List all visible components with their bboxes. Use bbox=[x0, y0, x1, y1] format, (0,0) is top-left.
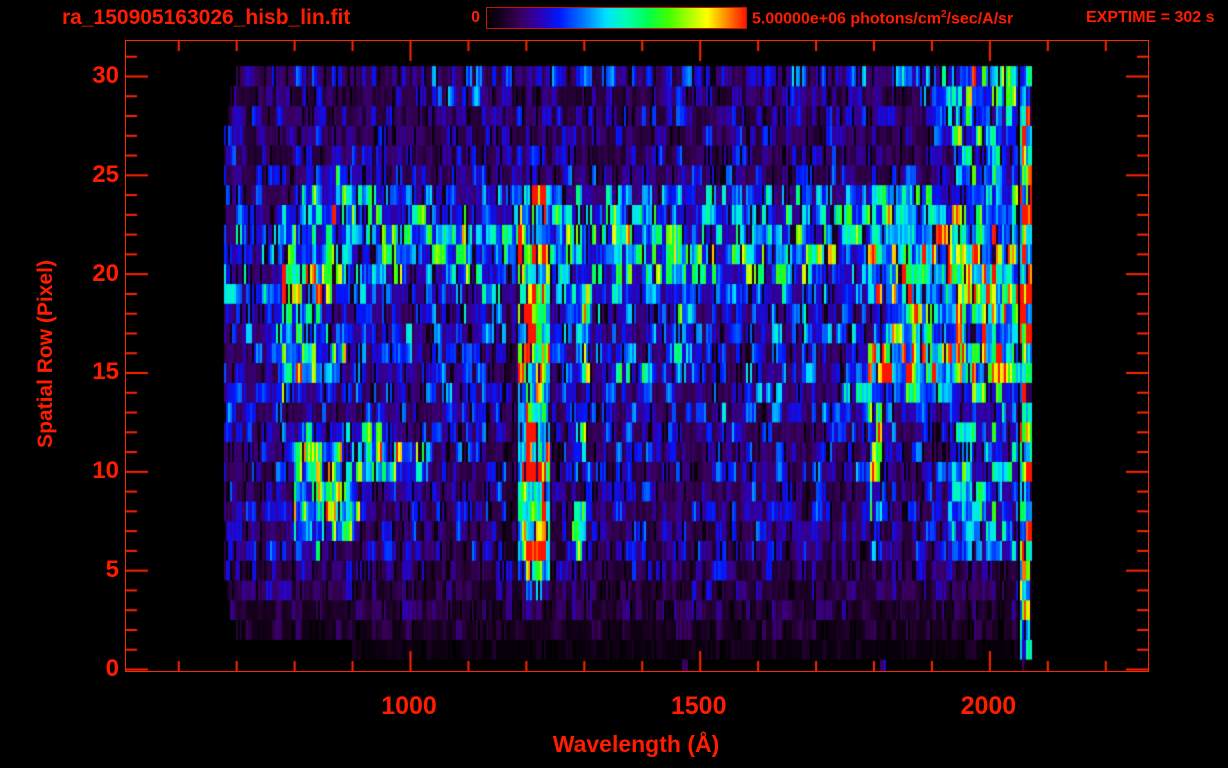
x-tick-label: 1500 bbox=[670, 692, 727, 720]
colorbar-max-label: 5.00000e+06 photons/cm2/sec/A/sr bbox=[752, 9, 1013, 28]
spectrogram-viewer: ra_150905163026_hisb_lin.fit 0 5.00000e+… bbox=[0, 0, 1228, 768]
plot-box bbox=[125, 40, 1149, 672]
spectrogram-canvas bbox=[126, 41, 1148, 671]
colorbar-units-suffix: /sec/A/sr bbox=[946, 10, 1014, 28]
x-axis-title: Wavelength (Å) bbox=[552, 731, 720, 757]
y-tick-label: 20 bbox=[92, 259, 119, 287]
y-axis-title: Spatial Row (Pixel) bbox=[34, 260, 57, 448]
x-tick-label: 1000 bbox=[381, 692, 437, 720]
x-tick-label: 2000 bbox=[960, 692, 1017, 720]
y-tick-label: 0 bbox=[105, 655, 119, 682]
colorbar-min-label: 0 bbox=[471, 9, 480, 26]
y-tick-label: 25 bbox=[92, 160, 119, 188]
colorbar-max-value: 5.00000e+06 photons/cm bbox=[752, 10, 941, 28]
y-tick-label: 5 bbox=[105, 556, 119, 584]
y-tick-label: 15 bbox=[92, 358, 119, 386]
y-tick-label: 30 bbox=[92, 61, 119, 89]
exptime-label: EXPTIME = 302 s bbox=[1086, 9, 1215, 26]
file-title: ra_150905163026_hisb_lin.fit bbox=[62, 6, 351, 29]
y-tick-label: 10 bbox=[92, 457, 119, 485]
colorbar-gradient bbox=[486, 7, 747, 29]
